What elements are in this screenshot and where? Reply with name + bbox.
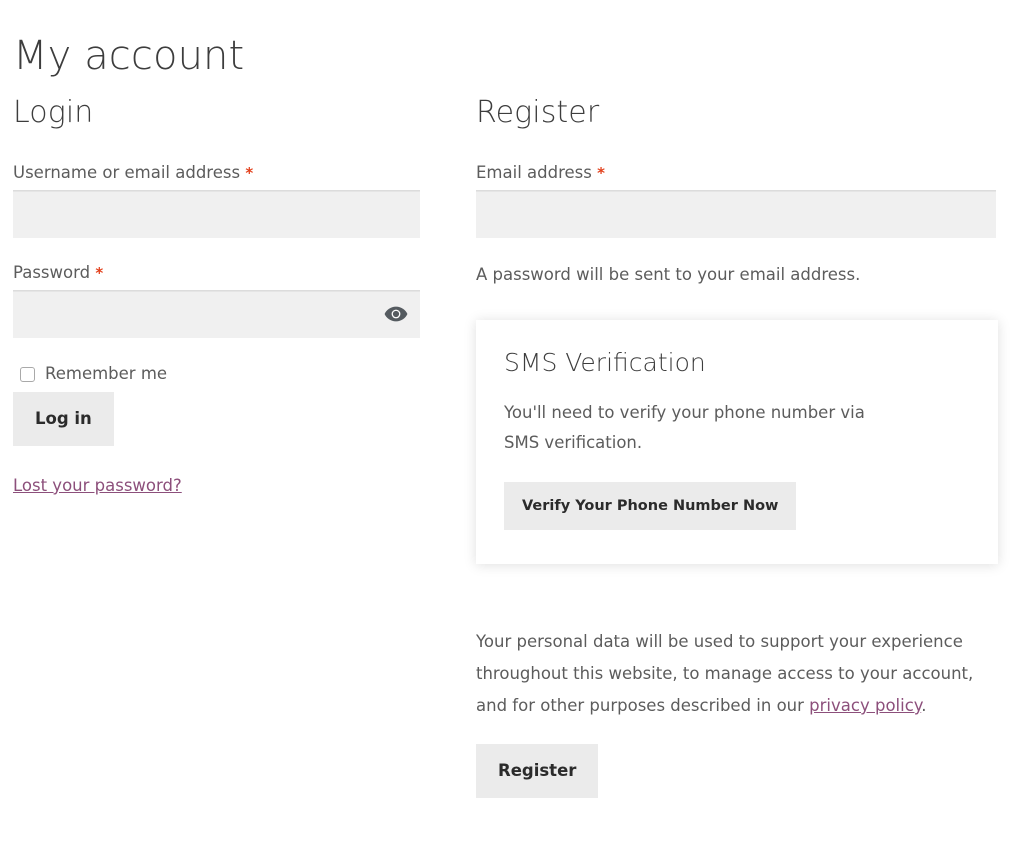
password-label: Password * (13, 262, 420, 284)
password-input-wrap (13, 290, 420, 338)
show-password-toggle-button[interactable] (384, 304, 408, 324)
page-title: My account (13, 32, 245, 79)
password-note-text: A password will be sent to your email ad… (476, 265, 861, 284)
my-account-page: My account Login Username or email addre… (0, 0, 1016, 855)
sms-verification-card: SMS Verification You'll need to verify y… (476, 320, 998, 564)
lost-password-link[interactable]: Lost your password? (13, 476, 182, 495)
privacy-policy-link[interactable]: privacy policy (809, 696, 921, 715)
eye-icon (384, 306, 408, 322)
login-column: Login Username or email address * Passwo… (13, 92, 420, 495)
required-asterisk: * (95, 264, 104, 282)
password-field-row: Password * (13, 262, 420, 338)
required-asterisk: * (597, 164, 605, 182)
lost-password-row: Lost your password? (13, 476, 420, 495)
privacy-policy-paragraph: Your personal data will be used to suppo… (476, 626, 976, 722)
required-asterisk: * (245, 164, 254, 182)
username-label-text: Username or email address (13, 163, 241, 182)
verify-phone-number-button[interactable]: Verify Your Phone Number Now (504, 482, 797, 530)
email-input-wrap (476, 190, 996, 238)
password-input[interactable] (13, 290, 420, 338)
username-label: Username or email address * (13, 162, 420, 184)
email-field-row: Email address * (476, 162, 996, 238)
sms-card-body-text: You'll need to verify your phone number … (504, 403, 865, 452)
register-heading: Register (476, 95, 600, 130)
password-label-text: Password (13, 263, 91, 282)
username-input-wrap (13, 190, 420, 238)
sms-card-title: SMS Verification (504, 348, 706, 377)
register-column: Register Email address * A password will… (476, 92, 998, 798)
login-form: Username or email address * Password * R… (13, 162, 420, 495)
login-submit-button[interactable]: Log in (13, 392, 114, 446)
username-input[interactable] (13, 190, 420, 238)
email-input[interactable] (476, 190, 996, 238)
email-label-text: Email address (476, 163, 592, 182)
remember-me-label[interactable]: Remember me (45, 364, 167, 384)
remember-me-checkbox[interactable] (20, 366, 35, 382)
register-submit-button[interactable]: Register (476, 744, 599, 798)
register-form: Email address * A password will be sent … (476, 162, 998, 798)
remember-me-row: Remember me (13, 364, 420, 384)
username-field-row: Username or email address * (13, 162, 420, 238)
email-label: Email address * (476, 162, 996, 184)
privacy-text-after: . (921, 696, 927, 715)
login-heading: Login (13, 95, 94, 130)
